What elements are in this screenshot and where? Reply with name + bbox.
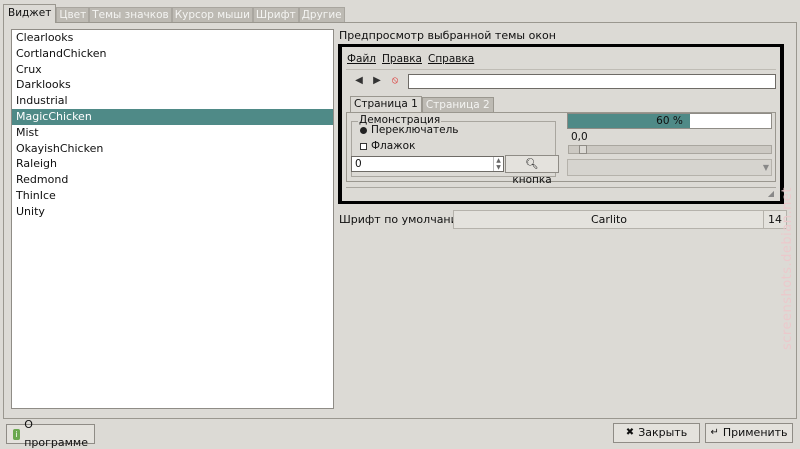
preview-tab-page-1[interactable]: Страница 1: [350, 96, 422, 112]
preview-toolbar: ◀ ▶ ⦸: [346, 69, 776, 91]
font-label: Шрифт по умолчанию:: [339, 213, 471, 226]
tab-bar: Виджет Цвет Темы значков Курсор мыши Шри…: [3, 4, 345, 23]
font-name: Carlito: [590, 213, 628, 226]
close-icon: ✖: [625, 427, 635, 438]
spin-value: 0: [355, 158, 362, 170]
theme-list-item[interactable]: Industrial: [12, 93, 333, 109]
apply-button-label: Применить: [722, 426, 788, 439]
menu-file[interactable]: Файл: [347, 53, 376, 67]
back-arrow-icon[interactable]: ◀: [352, 74, 366, 88]
info-icon: i: [13, 428, 21, 440]
search-icon: 🔍︎: [525, 158, 539, 170]
theme-list-item[interactable]: Mist: [12, 125, 333, 141]
checkbox-icon: [360, 142, 367, 150]
demo-spin-input[interactable]: 0 ▲ ▼: [351, 156, 504, 172]
demo-progress-bar: 60 %: [567, 113, 772, 129]
tab-widget[interactable]: Виджет: [3, 4, 57, 23]
tab-font[interactable]: Шрифт: [252, 7, 299, 23]
preview-title: Предпросмотр выбранной темы окон: [339, 29, 556, 42]
preview-statusbar: ◢: [346, 187, 776, 200]
close-button[interactable]: ✖ Закрыть: [613, 423, 700, 443]
tab-other[interactable]: Другие: [298, 7, 345, 23]
chevron-down-icon: ▼: [762, 163, 769, 172]
preview-tabs: Страница 1 Страница 2: [350, 96, 494, 112]
theme-list[interactable]: Clearlooks CortlandChicken Crux Darklook…: [11, 29, 334, 409]
apply-icon: ↵: [710, 427, 719, 438]
preview-tab-body: Демонстрация Переключатель Флажок 0 ▲ ▼ 🔍…: [346, 112, 776, 186]
theme-list-item-selected[interactable]: MagicChicken: [12, 108, 333, 125]
tab-color[interactable]: Цвет: [56, 7, 90, 23]
about-button[interactable]: i О программе: [6, 418, 95, 449]
font-picker-button[interactable]: Carlito 14: [453, 210, 787, 229]
theme-list-item[interactable]: CortlandChicken: [12, 46, 333, 62]
theme-list-item[interactable]: ThinIce: [12, 188, 333, 204]
theme-list-item[interactable]: Redmond: [12, 172, 333, 188]
theme-list-item[interactable]: Unity: [12, 204, 333, 220]
demo-button[interactable]: 🔍︎ кнопка: [505, 155, 559, 186]
about-button-label: О программе: [24, 418, 88, 449]
tab-mouse-cursor[interactable]: Курсор мыши: [171, 7, 253, 23]
progress-text: 60 %: [656, 115, 683, 127]
apply-button[interactable]: ↵ Применить: [705, 423, 793, 443]
theme-preview: Файл Правка Справка ◀ ▶ ⦸ Страница 1 Стр…: [338, 44, 784, 204]
preview-menubar: Файл Правка Справка: [347, 53, 474, 67]
preview-entry[interactable]: [408, 74, 776, 89]
watermark: screenshots.debian.net: [780, 187, 795, 350]
menu-edit[interactable]: Правка: [382, 53, 422, 67]
preview-tab-page-2[interactable]: Страница 2: [421, 97, 494, 112]
tab-icon-themes[interactable]: Темы значков: [89, 7, 172, 23]
theme-list-item[interactable]: Clearlooks: [12, 30, 333, 46]
demo-radio[interactable]: Переключатель: [360, 124, 459, 136]
radio-label: Переключатель: [371, 124, 459, 136]
theme-list-item[interactable]: Crux: [12, 62, 333, 78]
spin-arrows-icon[interactable]: ▲ ▼: [493, 157, 503, 171]
demo-combobox[interactable]: ▼: [567, 159, 772, 176]
demo-checkbox[interactable]: Флажок: [360, 140, 415, 152]
forward-arrow-icon[interactable]: ▶: [370, 74, 384, 88]
demo-button-label: кнопка: [512, 174, 552, 186]
close-button-label: Закрыть: [638, 426, 688, 439]
slider-handle[interactable]: [579, 145, 587, 154]
resize-grip-icon[interactable]: ◢: [768, 189, 774, 198]
theme-list-item[interactable]: OkayishChicken: [12, 141, 333, 157]
preview-window: Файл Правка Справка ◀ ▶ ⦸ Страница 1 Стр…: [342, 47, 780, 201]
demo-frame: Демонстрация Переключатель Флажок 0 ▲ ▼ 🔍…: [351, 114, 559, 186]
menu-help[interactable]: Справка: [428, 53, 474, 67]
stop-icon[interactable]: ⦸: [388, 74, 402, 88]
checkbox-label: Флажок: [371, 140, 416, 152]
radio-selected-icon: [360, 126, 367, 134]
theme-list-item[interactable]: Raleigh: [12, 156, 333, 172]
demo-slider[interactable]: [568, 145, 772, 154]
scale-value: 0,0: [571, 131, 588, 143]
theme-list-item[interactable]: Darklooks: [12, 77, 333, 93]
